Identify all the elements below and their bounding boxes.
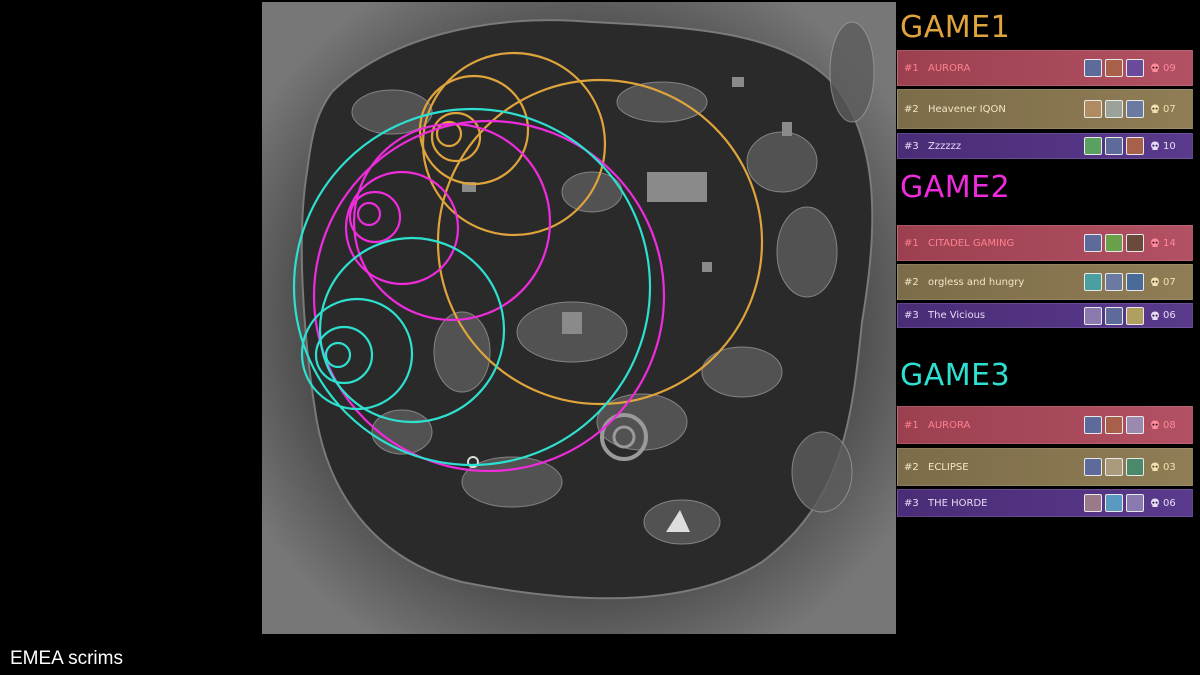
kills-value: 07 bbox=[1163, 103, 1176, 115]
rank: #3 bbox=[904, 310, 919, 321]
game3-title: GAME3 bbox=[900, 358, 1011, 393]
skull-icon bbox=[1151, 498, 1159, 507]
skull-icon bbox=[1151, 104, 1159, 113]
game1-row-1[interactable]: #1 AURORA 09 bbox=[897, 50, 1193, 86]
game3-row-2[interactable]: #2 ECLIPSE 03 bbox=[897, 448, 1193, 486]
team-name: AURORA bbox=[928, 419, 971, 431]
legend-portrait-icon bbox=[1084, 234, 1102, 252]
team-name: CITADEL GAMING bbox=[928, 237, 1015, 249]
legend-portrait-icon bbox=[1084, 137, 1102, 155]
legend-portrait-icon bbox=[1126, 234, 1144, 252]
legend-portrait-icon bbox=[1105, 494, 1123, 512]
player-portraits bbox=[1084, 234, 1144, 252]
rank: #2 bbox=[904, 461, 919, 473]
kill-count: 03 bbox=[1150, 462, 1192, 473]
legend-portrait-icon bbox=[1105, 458, 1123, 476]
legend-portrait-icon bbox=[1126, 137, 1144, 155]
kills-value: 06 bbox=[1163, 497, 1176, 509]
rank: #3 bbox=[904, 140, 919, 152]
legend-portrait-icon bbox=[1126, 306, 1144, 325]
legend-portrait-icon bbox=[1105, 137, 1123, 155]
kill-count: 06 bbox=[1150, 498, 1192, 509]
skull-icon bbox=[1151, 238, 1159, 247]
rank: #1 bbox=[904, 62, 919, 74]
team-name: ECLIPSE bbox=[928, 461, 969, 473]
player-portraits bbox=[1084, 59, 1144, 77]
player-portraits bbox=[1084, 494, 1144, 512]
kills-value: 06 bbox=[1163, 310, 1176, 321]
game2-title: GAME2 bbox=[900, 170, 1011, 205]
team-name: orgless and hungry bbox=[928, 276, 1025, 288]
rank: #3 bbox=[904, 497, 919, 509]
legend-portrait-icon bbox=[1126, 416, 1144, 434]
game1-row-3[interactable]: #3 Zzzzzz 10 bbox=[897, 133, 1193, 159]
skull-icon bbox=[1151, 462, 1159, 471]
player-portraits bbox=[1084, 273, 1144, 291]
kills-value: 14 bbox=[1163, 237, 1176, 249]
game3-row-1[interactable]: #1 AURORA 08 bbox=[897, 406, 1193, 444]
player-portraits bbox=[1084, 416, 1144, 434]
player-portraits bbox=[1084, 458, 1144, 476]
kills-value: 09 bbox=[1163, 62, 1176, 74]
kill-count: 09 bbox=[1150, 63, 1192, 74]
legend-portrait-icon bbox=[1105, 416, 1123, 434]
team-name: The Vicious bbox=[928, 310, 986, 321]
kill-count: 07 bbox=[1150, 104, 1192, 115]
team-name: THE HORDE bbox=[928, 497, 988, 509]
team-name: Heavener IQON bbox=[928, 103, 1006, 115]
legend-portrait-icon bbox=[1126, 273, 1144, 291]
kill-count: 14 bbox=[1150, 238, 1192, 249]
legend-portrait-icon bbox=[1084, 100, 1102, 118]
legend-portrait-icon bbox=[1105, 273, 1123, 291]
kill-count: 08 bbox=[1150, 420, 1192, 431]
legend-portrait-icon bbox=[1084, 306, 1102, 325]
legend-portrait-icon bbox=[1084, 416, 1102, 434]
caption: EMEA scrims bbox=[10, 648, 123, 669]
game3-row-3[interactable]: #3 THE HORDE 06 bbox=[897, 489, 1193, 517]
skull-icon bbox=[1151, 311, 1159, 320]
legend-portrait-icon bbox=[1105, 100, 1123, 118]
team-name: Zzzzzz bbox=[928, 140, 962, 152]
game2-row-1[interactable]: #1 CITADEL GAMING 14 bbox=[897, 225, 1193, 261]
game1-title: GAME1 bbox=[900, 10, 1011, 45]
legend-portrait-icon bbox=[1126, 59, 1144, 77]
rank: #1 bbox=[904, 237, 919, 249]
kills-value: 08 bbox=[1163, 419, 1176, 431]
kills-value: 07 bbox=[1163, 276, 1176, 288]
rank: #2 bbox=[904, 103, 919, 115]
kills-value: 03 bbox=[1163, 461, 1176, 473]
rank: #2 bbox=[904, 276, 919, 288]
legend-portrait-icon bbox=[1084, 59, 1102, 77]
legend-portrait-icon bbox=[1105, 234, 1123, 252]
legend-portrait-icon bbox=[1126, 458, 1144, 476]
game1-row-2[interactable]: #2 Heavener IQON 07 bbox=[897, 89, 1193, 129]
player-portraits bbox=[1084, 306, 1144, 325]
legend-portrait-icon bbox=[1084, 494, 1102, 512]
kills-value: 10 bbox=[1163, 140, 1176, 152]
player-portraits bbox=[1084, 137, 1144, 155]
player-portraits bbox=[1084, 100, 1144, 118]
team-name: AURORA bbox=[928, 62, 971, 74]
legend-portrait-icon bbox=[1126, 494, 1144, 512]
skull-icon bbox=[1151, 277, 1159, 286]
legend-portrait-icon bbox=[1084, 458, 1102, 476]
game2-row-3[interactable]: #3 The Vicious 06 bbox=[897, 303, 1193, 328]
kill-count: 10 bbox=[1150, 141, 1192, 152]
rank: #1 bbox=[904, 419, 919, 431]
skull-icon bbox=[1151, 63, 1159, 72]
legend-portrait-icon bbox=[1105, 306, 1123, 325]
legend-portrait-icon bbox=[1084, 273, 1102, 291]
skull-icon bbox=[1151, 141, 1159, 150]
skull-icon bbox=[1151, 420, 1159, 429]
ring-map bbox=[262, 2, 896, 634]
legend-portrait-icon bbox=[1105, 59, 1123, 77]
legend-portrait-icon bbox=[1126, 100, 1144, 118]
kill-count: 07 bbox=[1150, 277, 1192, 288]
kill-count: 06 bbox=[1150, 310, 1192, 321]
game2-row-2[interactable]: #2 orgless and hungry 07 bbox=[897, 264, 1193, 300]
map-view[interactable] bbox=[262, 2, 896, 634]
